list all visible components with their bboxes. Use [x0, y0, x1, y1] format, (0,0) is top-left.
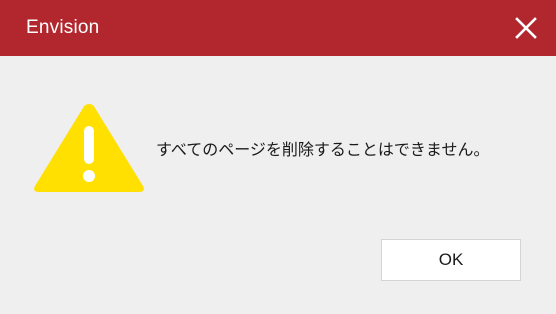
close-button[interactable] — [506, 8, 546, 48]
alert-dialog: Envision すべてのページを削除することはできません。 OK — [0, 0, 556, 314]
dialog-message: すべてのページを削除することはできません。 — [156, 142, 490, 159]
ok-button[interactable]: OK — [381, 239, 521, 281]
title-bar: Envision — [0, 0, 556, 56]
warning-icon — [34, 104, 144, 192]
close-icon — [515, 17, 537, 39]
window-title: Envision — [26, 17, 100, 38]
